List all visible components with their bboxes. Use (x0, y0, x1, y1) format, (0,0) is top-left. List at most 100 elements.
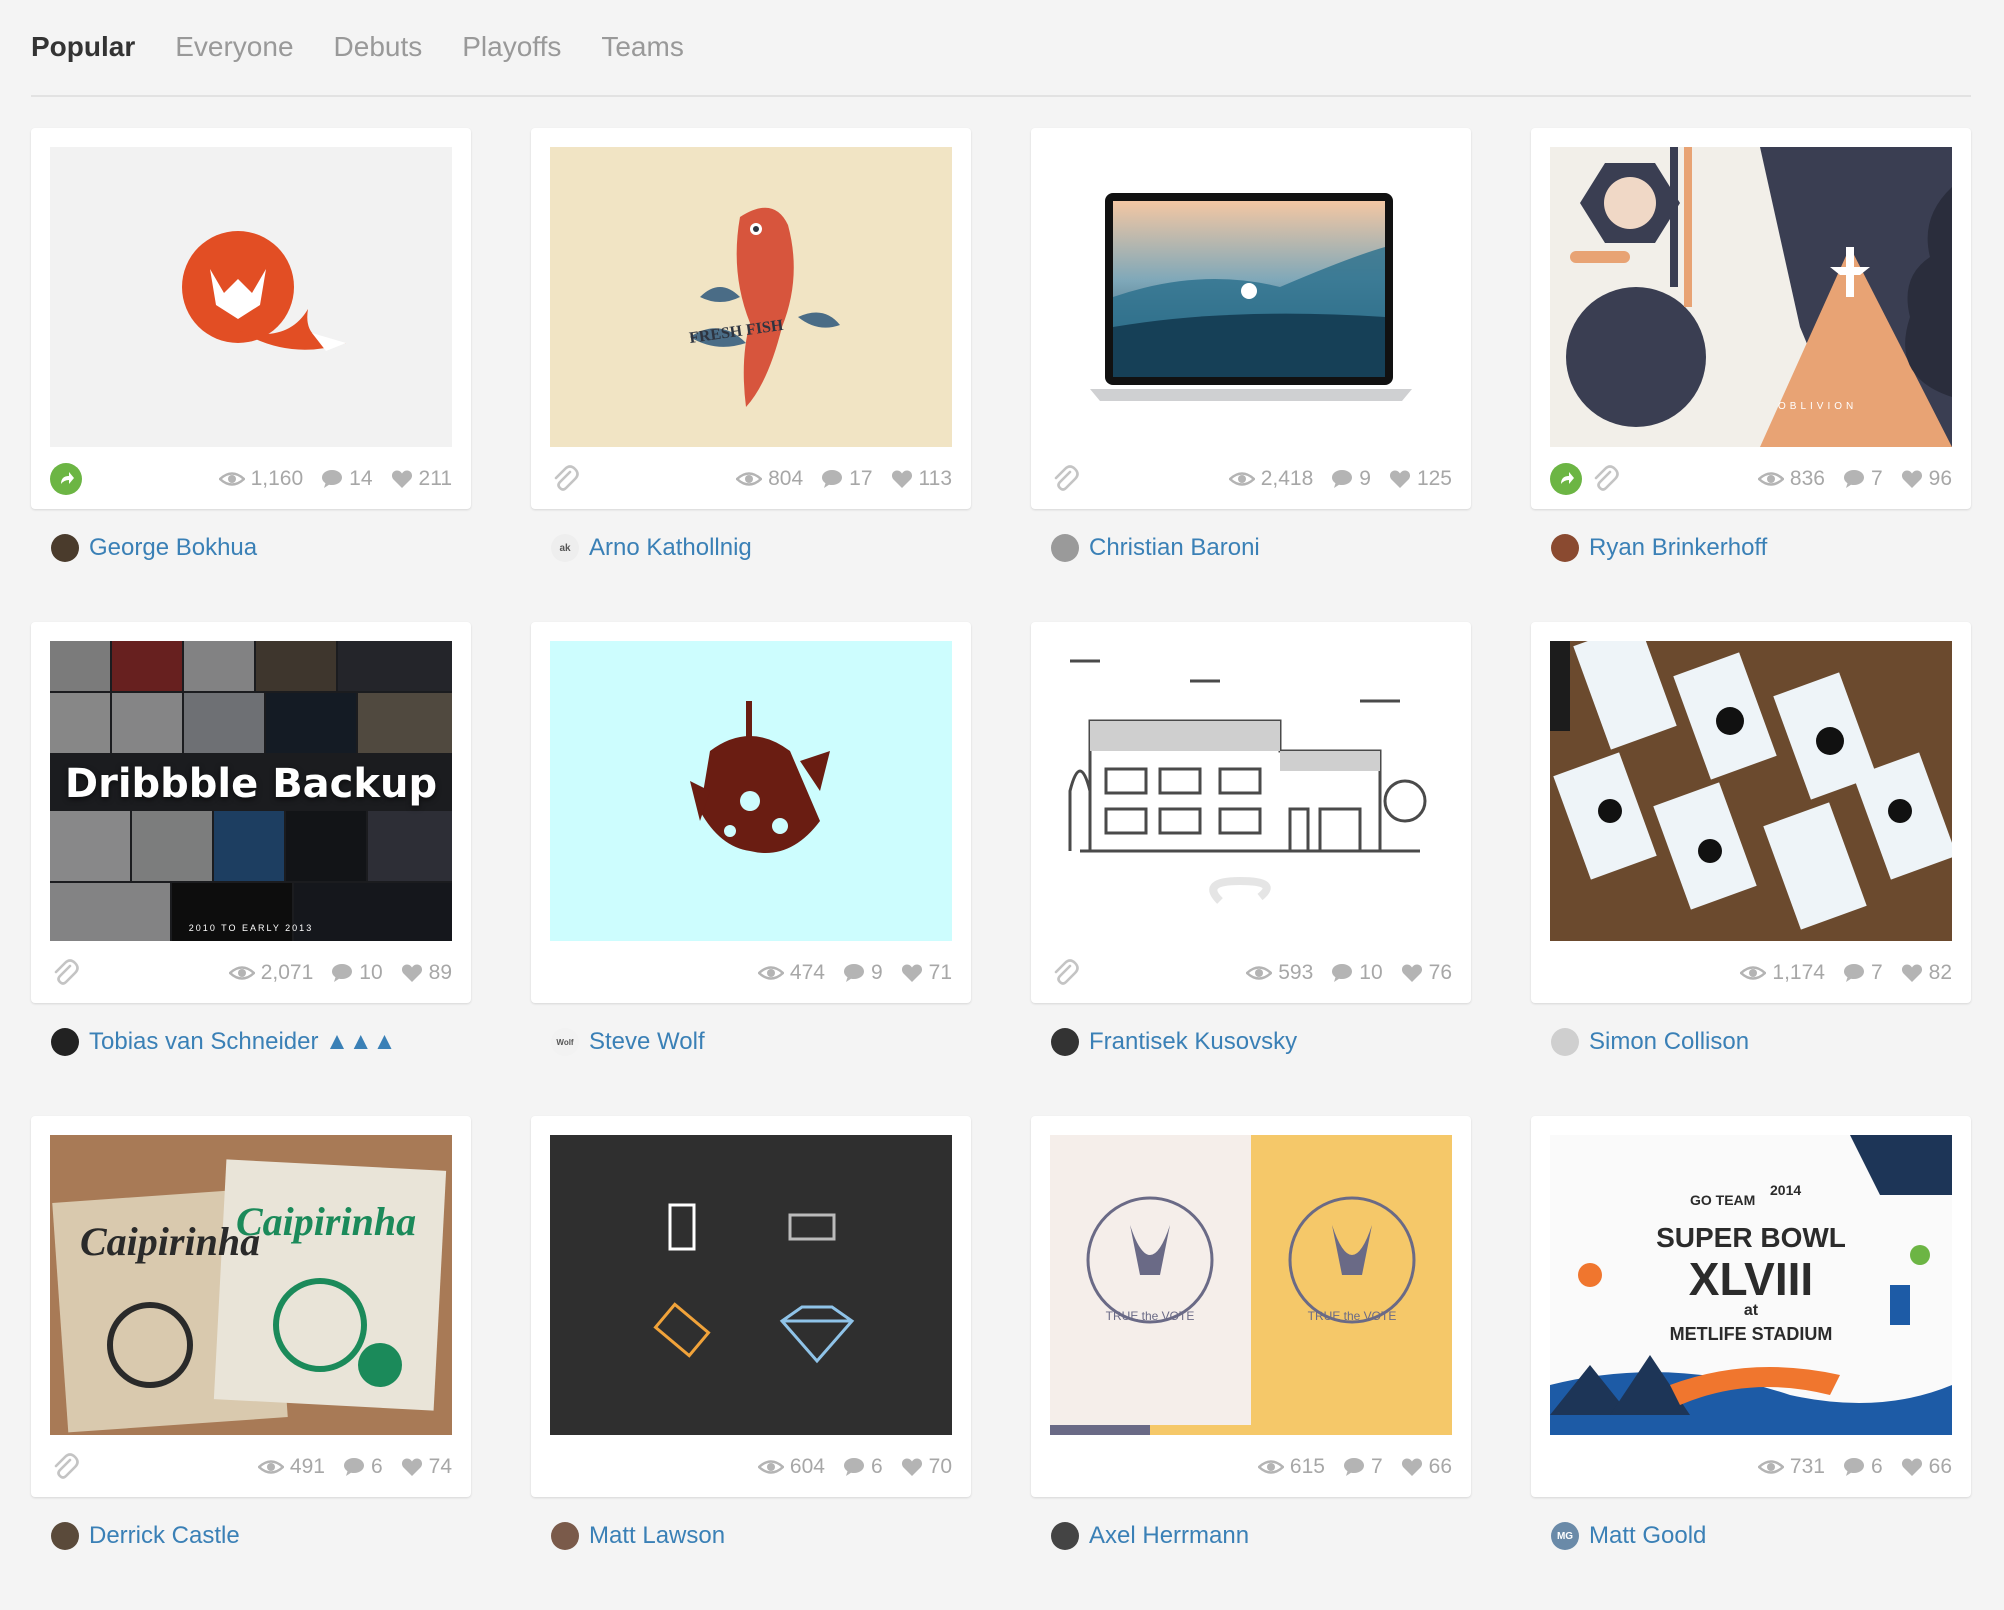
views-stat[interactable]: 2,071 (228, 961, 313, 985)
likes-stat[interactable]: 125 (1389, 467, 1452, 491)
tab-teams[interactable]: Teams (601, 31, 683, 63)
avatar[interactable] (1551, 534, 1579, 562)
player-name-link[interactable]: Matt Lawson (589, 1522, 725, 1550)
attachment-icon[interactable] (50, 958, 80, 988)
player-name-link[interactable]: Christian Baroni (1089, 534, 1260, 562)
views-stat[interactable]: 836 (1757, 467, 1825, 491)
tab-popular[interactable]: Popular (31, 31, 135, 63)
shot-thumbnail[interactable] (1550, 641, 1952, 941)
attachment-icon[interactable] (50, 1452, 80, 1482)
views-stat[interactable]: 474 (757, 961, 825, 985)
views-stat[interactable]: 615 (1257, 1455, 1325, 1479)
attachment-icon[interactable] (1590, 464, 1620, 494)
comments-stat[interactable]: 9 (843, 961, 883, 985)
shot-thumbnail[interactable] (1050, 641, 1452, 941)
comments-stat[interactable]: 6 (843, 1455, 883, 1479)
views-stat[interactable]: 2,418 (1228, 467, 1313, 491)
player-name-link[interactable]: Ryan Brinkerhoff (1589, 534, 1767, 562)
avatar[interactable]: Wolf (551, 1028, 579, 1056)
views-stat[interactable]: 593 (1246, 961, 1313, 985)
shot-item: FRESH FISH 804 17 113 ak Arno Kathollnig (531, 128, 971, 622)
comments-stat[interactable]: 6 (1843, 1455, 1883, 1479)
shot-card: FRESH FISH 804 17 113 (531, 128, 971, 509)
views-stat[interactable]: 1,174 (1740, 961, 1825, 985)
superbowl-line-1: SUPER BOWL (1656, 1222, 1846, 1253)
avatar[interactable] (51, 534, 79, 562)
player-name-link[interactable]: Arno Kathollnig (589, 534, 752, 562)
player-name-link[interactable]: Axel Herrmann (1089, 1522, 1249, 1550)
shot-player: George Bokhua (51, 528, 257, 568)
backup-years-label: 2010 TO EARLY 2013 (189, 923, 313, 933)
likes-stat[interactable]: 89 (401, 961, 452, 985)
tab-debuts[interactable]: Debuts (334, 31, 423, 63)
likes-stat[interactable]: 82 (1901, 961, 1952, 985)
caipirinha-label: Caipirinha (80, 1219, 260, 1264)
player-name-link[interactable]: Steve Wolf (589, 1028, 705, 1056)
avatar[interactable]: MG (1551, 1522, 1579, 1550)
comments-stat[interactable]: 10 (1331, 961, 1383, 985)
shot-player: Frantisek Kusovsky (1051, 1022, 1297, 1062)
tab-playoffs[interactable]: Playoffs (462, 31, 561, 63)
shot-thumbnail[interactable] (1050, 147, 1452, 447)
likes-stat[interactable]: 74 (401, 1455, 452, 1479)
likes-stat[interactable]: 71 (901, 961, 952, 985)
comments-count: 10 (359, 961, 383, 984)
comments-count: 7 (1870, 961, 1883, 984)
likes-count: 82 (1928, 961, 1952, 984)
player-name-link[interactable]: Frantisek Kusovsky (1089, 1028, 1297, 1056)
shot-thumbnail[interactable]: SUPER BOWL XLVIII at METLIFE STADIUM GO … (1550, 1135, 1952, 1435)
avatar[interactable] (1051, 534, 1079, 562)
eye-icon (1757, 1459, 1784, 1475)
shot-thumbnail[interactable]: FRESH FISH (550, 147, 952, 447)
views-stat[interactable]: 1,160 (218, 467, 303, 491)
likes-stat[interactable]: 113 (891, 467, 952, 491)
comments-stat[interactable]: 14 (321, 467, 373, 491)
likes-stat[interactable]: 66 (1401, 1455, 1452, 1479)
comments-stat[interactable]: 7 (1343, 1455, 1383, 1479)
comments-stat[interactable]: 7 (1843, 961, 1883, 985)
avatar[interactable] (51, 1522, 79, 1550)
player-name-link[interactable]: George Bokhua (89, 534, 257, 562)
shot-thumbnail[interactable] (550, 1135, 952, 1435)
shot-thumbnail[interactable]: Caipirinha Caipirinha (50, 1135, 452, 1435)
shot-thumbnail[interactable]: TRUE the VOTE TRUE the VOTE (1050, 1135, 1452, 1435)
shot-thumbnail[interactable] (50, 147, 452, 447)
views-stat[interactable]: 491 (257, 1455, 325, 1479)
comment-icon (1343, 1457, 1365, 1477)
player-name-link[interactable]: Matt Goold (1589, 1522, 1706, 1550)
tab-everyone[interactable]: Everyone (175, 31, 293, 63)
attachment-icon[interactable] (550, 464, 580, 494)
rebound-icon[interactable] (1550, 463, 1582, 495)
avatar[interactable]: ak (551, 534, 579, 562)
views-stat[interactable]: 731 (1757, 1455, 1825, 1479)
comments-stat[interactable]: 10 (331, 961, 383, 985)
views-stat[interactable]: 604 (757, 1455, 825, 1479)
comments-stat[interactable]: 6 (343, 1455, 383, 1479)
shot-card: 1,160 14 211 (31, 128, 471, 509)
views-stat[interactable]: 804 (736, 467, 803, 491)
rebound-icon[interactable] (50, 463, 82, 495)
attachment-icon[interactable] (1050, 958, 1080, 988)
superbowl-line-2: XLVIII (1689, 1253, 1813, 1305)
attachment-icon[interactable] (1050, 464, 1080, 494)
likes-stat[interactable]: 96 (1901, 467, 1952, 491)
avatar[interactable] (551, 1522, 579, 1550)
player-name-link[interactable]: Simon Collison (1589, 1028, 1749, 1056)
avatar[interactable] (1051, 1028, 1079, 1056)
views-count: 491 (289, 1455, 325, 1478)
comments-stat[interactable]: 9 (1331, 467, 1371, 491)
avatar[interactable] (1051, 1522, 1079, 1550)
comments-stat[interactable]: 17 (821, 467, 873, 491)
shot-thumbnail[interactable]: 2010 TO EARLY 2013 Dribbble Backup (50, 641, 452, 941)
likes-stat[interactable]: 70 (901, 1455, 952, 1479)
shot-thumbnail[interactable] (550, 641, 952, 941)
avatar[interactable] (1551, 1028, 1579, 1056)
likes-stat[interactable]: 76 (1401, 961, 1452, 985)
player-name-link[interactable]: Derrick Castle (89, 1522, 240, 1550)
shot-thumbnail[interactable]: OBLIVION (1550, 147, 1952, 447)
comments-stat[interactable]: 7 (1843, 467, 1883, 491)
avatar[interactable] (51, 1028, 79, 1056)
likes-stat[interactable]: 66 (1901, 1455, 1952, 1479)
likes-stat[interactable]: 211 (391, 467, 452, 491)
player-name-link[interactable]: Tobias van Schneider ▲▲▲ (89, 1028, 396, 1056)
